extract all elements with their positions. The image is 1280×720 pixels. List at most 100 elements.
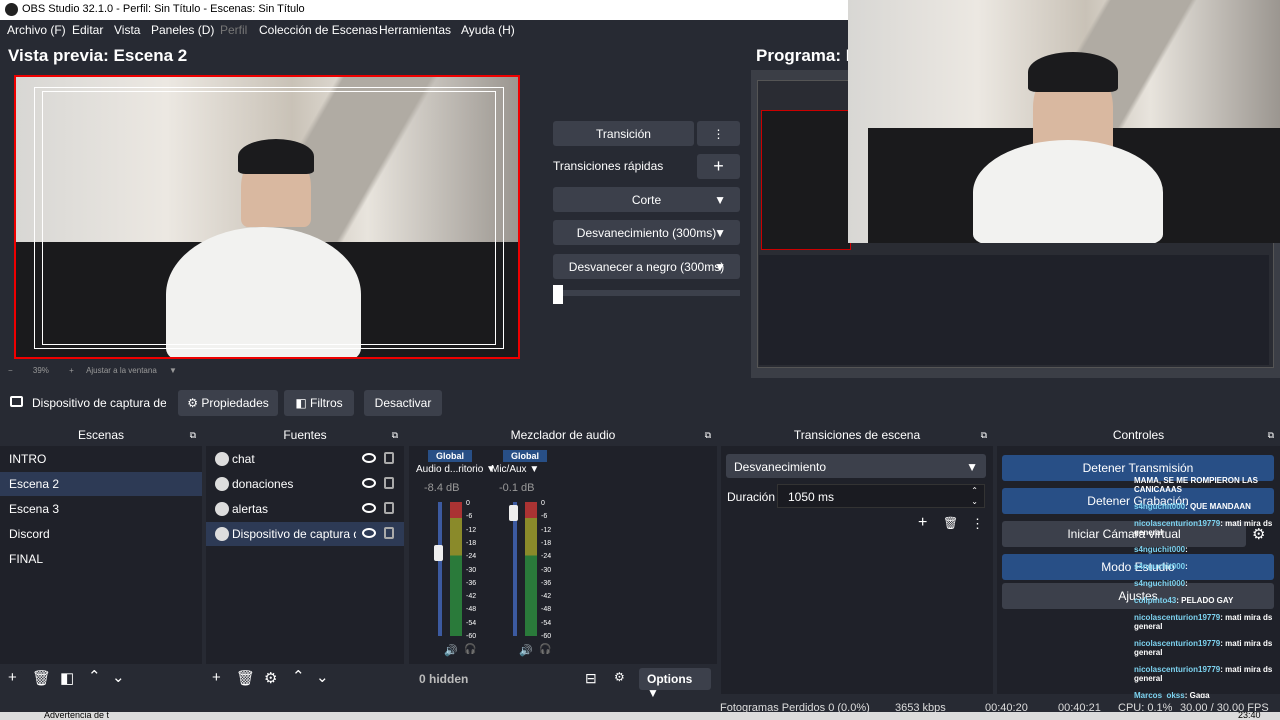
chat-text: MAMA, SE ME ROMPIERON LAS CANICAAAS <box>1134 476 1259 494</box>
chevron-down-icon[interactable]: ⌄ <box>316 668 329 686</box>
trash-icon[interactable]: 🗑 <box>32 669 51 687</box>
preview-zoom-bar: − 39% + Ajustar a la ventana ▼ <box>8 366 177 375</box>
mixer-channel: Global Mic/Aux ▼ -0.1 dB 0 -6 -12 -18 -24 -30 -36… <box>489 450 561 660</box>
source-label: alertas <box>232 502 269 516</box>
chat-message: colipinto43: PELADO GAY <box>1134 596 1280 605</box>
channel-name[interactable]: Audio d...ritorio ▼ <box>416 464 496 475</box>
source-item[interactable]: Dispositivo de captura de <box>206 522 404 546</box>
zoom-out-button[interactable]: − <box>8 366 13 375</box>
transition-more-icon[interactable]: ⋮ <box>697 121 740 146</box>
menu-herramientas[interactable]: Herramientas <box>379 23 451 37</box>
speaker-icon[interactable]: 🔊 <box>444 644 458 657</box>
menu-vista[interactable]: Vista <box>114 23 140 37</box>
zoom-dropdown-icon[interactable]: ▼ <box>169 366 177 375</box>
headphones-icon[interactable]: 🎧 <box>539 644 551 655</box>
lock-icon[interactable] <box>384 477 394 489</box>
tbar-handle[interactable] <box>553 285 563 304</box>
menu-editar[interactable]: Editar <box>72 23 103 37</box>
headphones-icon[interactable]: 🎧 <box>464 644 476 655</box>
scene-item[interactable]: Escena 2 <box>0 472 202 496</box>
transition-select[interactable]: Desvanecimiento ▼ <box>726 454 986 478</box>
obs-logo-icon <box>5 3 18 16</box>
deactivate-button[interactable]: Desactivar <box>364 390 442 416</box>
chat-username: s4nguchit000 <box>1134 545 1186 554</box>
fit-window-label[interactable]: Ajustar a la ventana <box>86 366 157 375</box>
sources-dock: Fuentes ⧉ chat donaciones alertas Dispositiv… <box>206 424 404 694</box>
source-label: Dispositivo de captura de <box>232 527 356 541</box>
lock-icon[interactable] <box>384 502 394 514</box>
duration-input[interactable]: 1050 ms ⌃ ⌄ <box>777 484 985 508</box>
source-item[interactable]: chat <box>206 447 404 471</box>
quick-transition-corte[interactable]: Corte ▼ <box>553 187 740 212</box>
trash-icon[interactable]: 🗑 <box>943 516 958 530</box>
menu-ayuda[interactable]: Ayuda (H) <box>461 23 515 37</box>
webcam-overlay <box>848 0 1280 243</box>
channel-db: -0.1 dB <box>499 482 535 494</box>
chat-message: MAMA, SE ME ROMPIERON LAS CANICAAAS <box>1134 476 1280 494</box>
filter-icon[interactable]: ◧ <box>60 669 74 687</box>
volume-slider[interactable] <box>513 502 517 636</box>
menu-coleccion-escenas[interactable]: Colección de Escenas <box>259 23 378 37</box>
taskbar-item[interactable]: Advertencia de t <box>44 712 109 720</box>
channel-name[interactable]: Mic/Aux ▼ <box>491 464 539 475</box>
tbar-slider[interactable] <box>553 290 740 296</box>
add-quick-transition-icon[interactable]: + <box>697 154 740 179</box>
scenes-header: Escenas ⧉ <box>0 424 202 446</box>
trash-icon[interactable]: 🗑 <box>236 669 255 687</box>
meter-tick: -30 <box>466 566 477 574</box>
chevron-down-icon[interactable]: ⌄ <box>112 668 125 686</box>
add-icon[interactable]: + <box>212 669 221 686</box>
filters-button[interactable]: ◧ Filtros <box>284 390 354 416</box>
chat-text: : QUE MANDAAN <box>1185 502 1251 511</box>
volume-handle[interactable] <box>509 504 518 521</box>
chevron-down-icon: ▼ <box>966 460 978 474</box>
source-item[interactable]: alertas <box>206 497 404 521</box>
scene-item[interactable]: Discord <box>0 522 202 546</box>
visibility-eye-icon[interactable] <box>362 528 376 538</box>
meter-tick: -30 <box>541 566 552 574</box>
meter-tick: -48 <box>541 606 552 614</box>
audio-meter <box>525 502 537 636</box>
visibility-eye-icon[interactable] <box>362 453 376 463</box>
mixer-settings-icon[interactable]: ⚙ <box>614 670 625 684</box>
meter-tick: 0 <box>466 500 470 507</box>
meter-tick: -36 <box>466 579 477 587</box>
add-icon[interactable]: + <box>8 669 17 686</box>
volume-handle[interactable] <box>434 544 443 561</box>
speaker-icon[interactable]: 🔊 <box>519 644 533 657</box>
mixer-options-button[interactable]: Options ▼ <box>639 668 711 700</box>
preview-canvas[interactable] <box>14 75 520 359</box>
meter-tick: -42 <box>466 593 477 601</box>
volume-slider[interactable] <box>438 502 442 636</box>
quick-transition-desvanecimiento[interactable]: Desvanecimiento (300ms) ▼ <box>553 220 740 245</box>
scene-item[interactable]: Escena 3 <box>0 497 202 521</box>
quick-transition-negro[interactable]: Desvanecer a negro (300ms) ▼ <box>553 254 740 279</box>
filter-icon: ◧ <box>295 396 307 410</box>
add-icon[interactable]: + <box>918 514 927 532</box>
menu-paneles[interactable]: Paneles (D) <box>151 23 214 37</box>
more-icon[interactable]: ⋮ <box>971 516 984 532</box>
window-title: OBS Studio 32.1.0 - Perfil: Sin Título -… <box>22 3 305 15</box>
source-item[interactable]: donaciones <box>206 472 404 496</box>
layout-icon[interactable]: ⊟ <box>585 670 597 687</box>
chevron-up-icon[interactable]: ⌃ <box>88 667 101 685</box>
scene-item[interactable]: INTRO <box>0 447 202 471</box>
meter-tick: -60 <box>541 633 552 640</box>
clock: 23:40 <box>1238 712 1261 720</box>
zoom-in-button[interactable]: + <box>69 366 74 375</box>
visibility-eye-icon[interactable] <box>362 478 376 488</box>
chevron-up-icon[interactable]: ⌃ <box>292 667 305 685</box>
channel-db: -8.4 dB <box>424 482 460 494</box>
chat-message: s4nguchit000: <box>1134 579 1280 588</box>
visibility-eye-icon[interactable] <box>362 503 376 513</box>
lock-icon[interactable] <box>384 452 394 464</box>
menu-archivo[interactable]: Archivo (F) <box>7 23 66 37</box>
lock-icon[interactable] <box>384 527 394 539</box>
scene-item[interactable]: FINAL <box>0 547 202 571</box>
gear-icon[interactable]: ⚙ <box>264 669 277 687</box>
chat-message: s4nguchit000: <box>1134 545 1280 554</box>
undock-icon: ⧉ <box>704 430 711 440</box>
mixer-channel: Global Audio d...ritorio ▼ -8.4 dB 0 -6 -12 -1… <box>414 450 496 660</box>
transition-button[interactable]: Transición <box>553 121 694 146</box>
properties-button[interactable]: ⚙ Propiedades <box>178 390 278 416</box>
